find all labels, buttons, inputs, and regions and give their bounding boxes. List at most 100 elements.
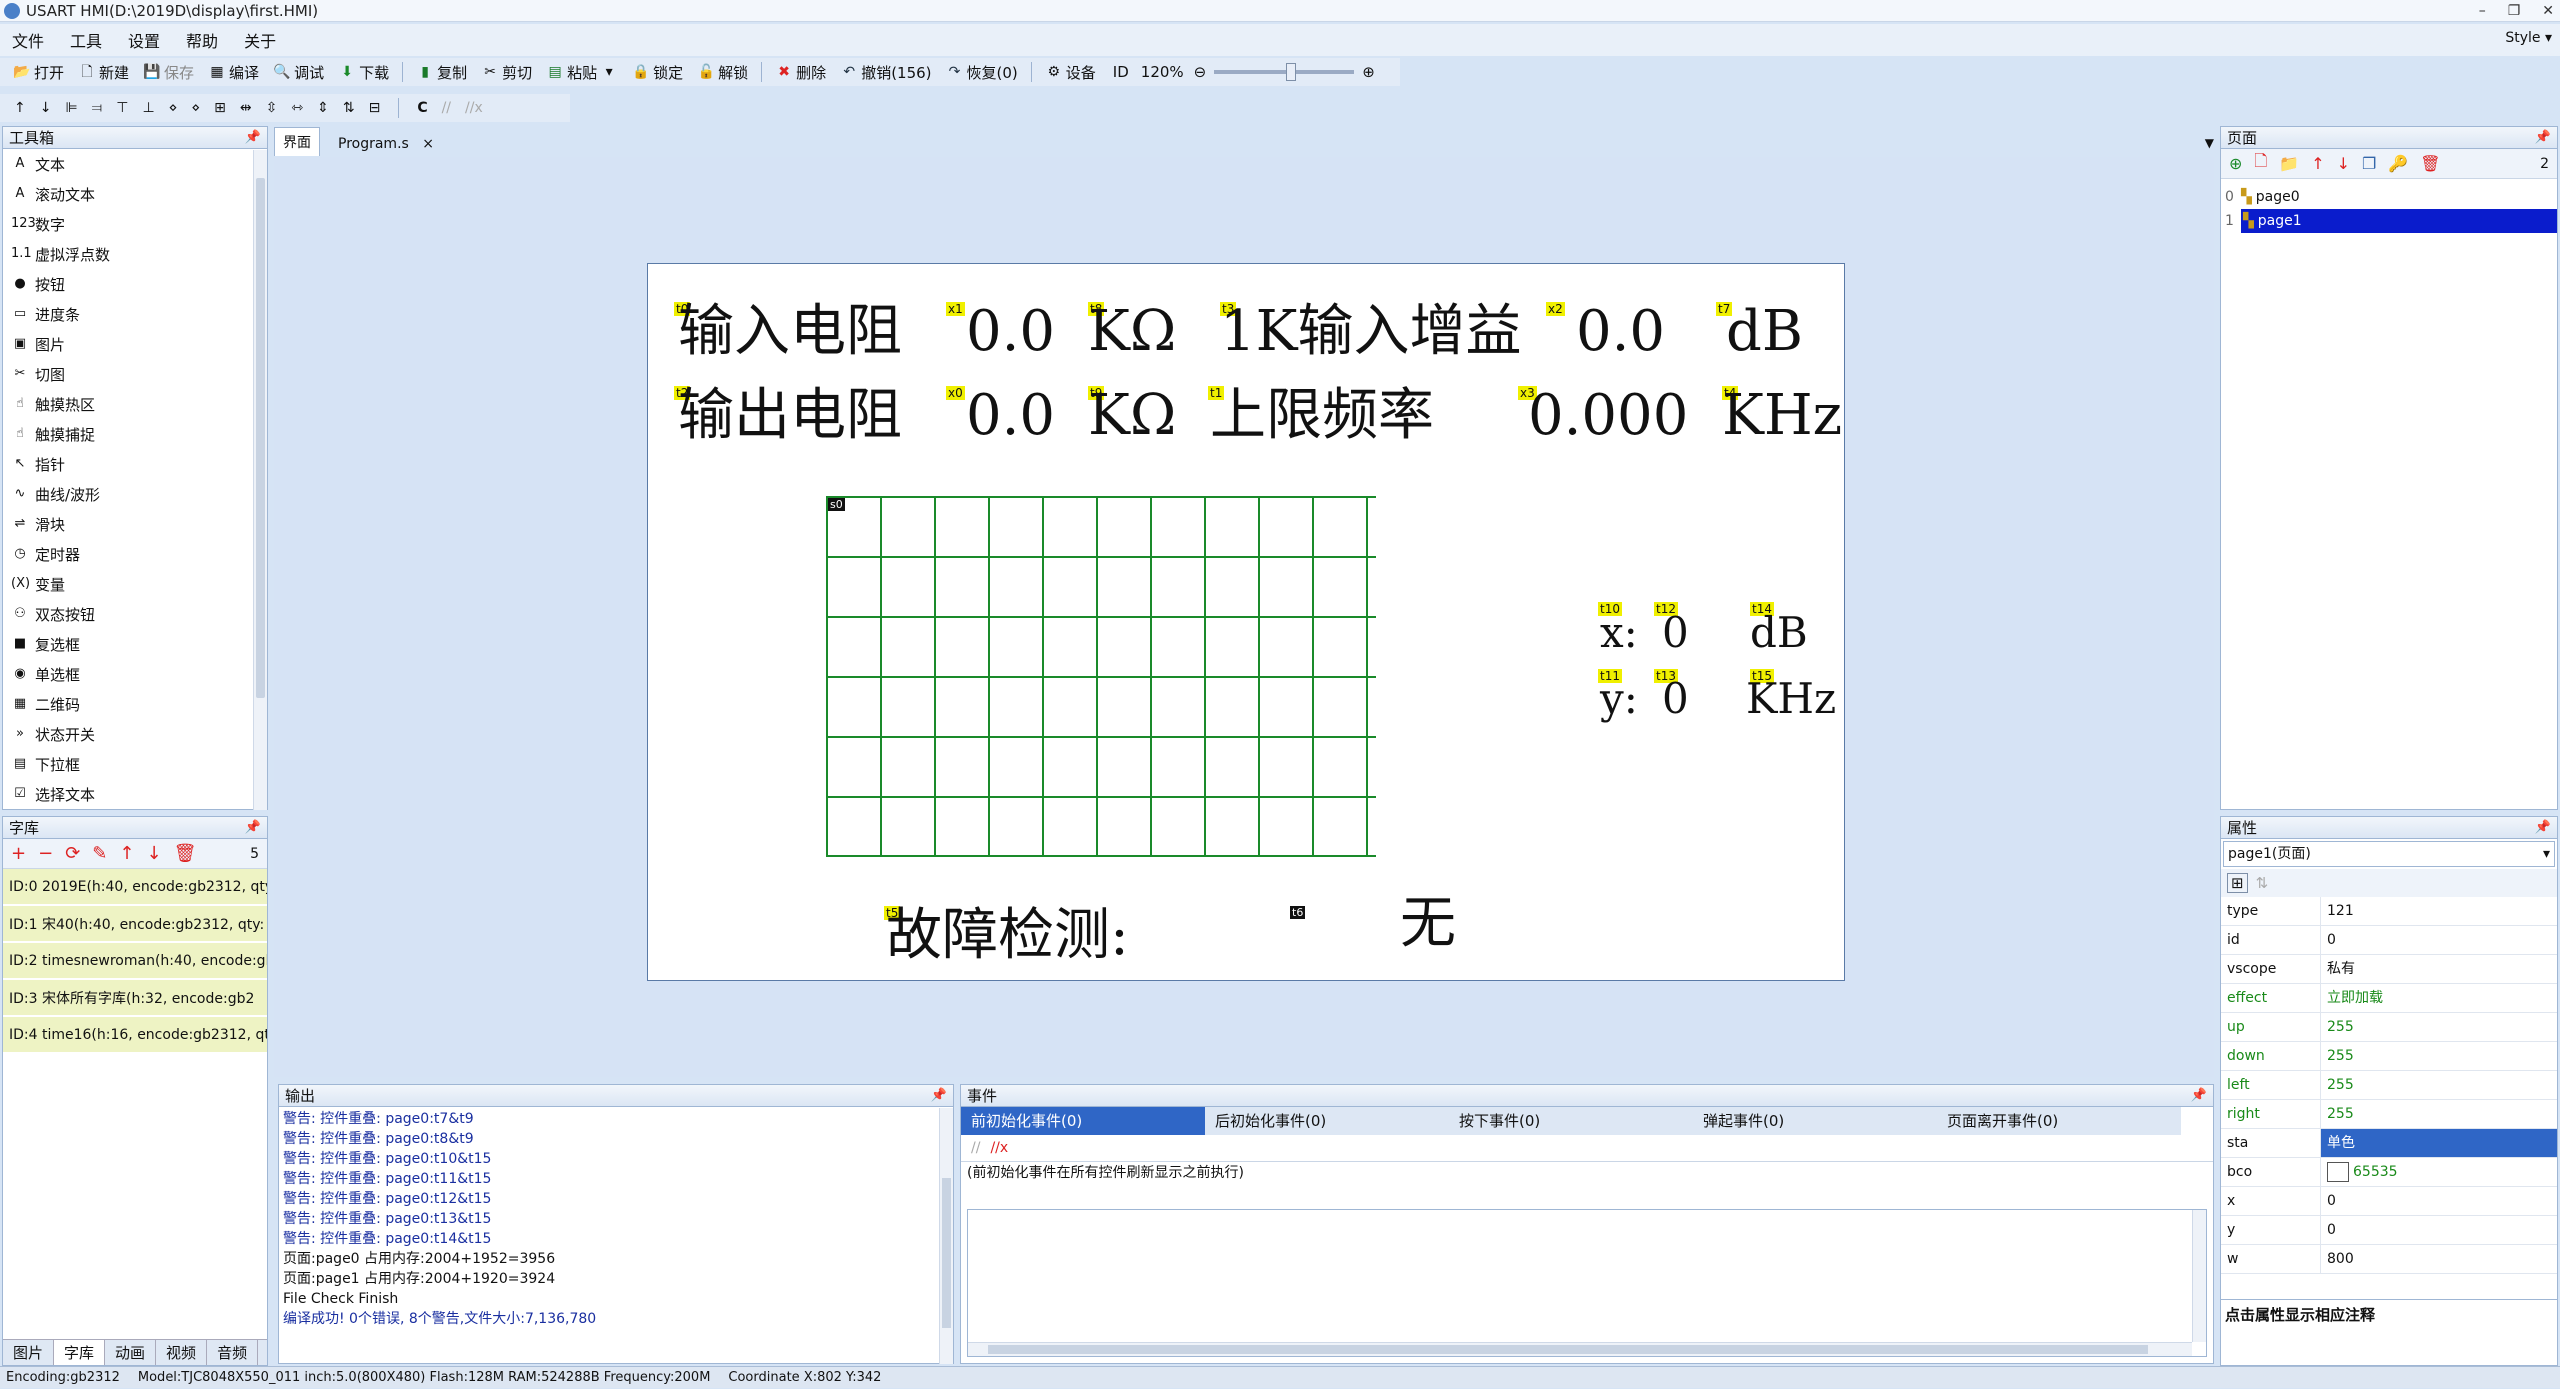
redo-button[interactable]: ↷ 恢复(0)	[941, 61, 1023, 84]
align-left-icon[interactable]: ⊫	[65, 100, 77, 116]
style-dropdown[interactable]: Style ▾	[2505, 30, 2552, 46]
object-selector[interactable]: page1(页面) ▾	[2223, 841, 2555, 867]
comment-icon[interactable]: //	[442, 100, 451, 116]
same-width-icon[interactable]: ⇹	[240, 100, 252, 116]
align-bottom-icon[interactable]: ⊥	[142, 100, 154, 116]
space-h-icon[interactable]: ⇿	[291, 100, 303, 116]
property-value[interactable]: 私有	[2321, 955, 2557, 983]
label-input-resistance[interactable]: 输入电阻	[678, 302, 902, 362]
comment-icon[interactable]: //	[971, 1140, 980, 1156]
label-x[interactable]: x:	[1600, 610, 1638, 656]
tab-press[interactable]: 按下事件(0)	[1449, 1107, 1693, 1135]
label-y[interactable]: y:	[1600, 676, 1638, 722]
toolbox-item[interactable]: ◉ 单选框	[3, 659, 267, 689]
toolbox-item[interactable]: ◷ 定时器	[3, 539, 267, 569]
value-upper-frequency[interactable]: 0.000	[1528, 386, 1688, 446]
same-height-icon[interactable]: ⇳	[266, 100, 278, 116]
property-value[interactable]: 121	[2321, 897, 2557, 925]
tag-t6[interactable]: t6	[1290, 906, 1306, 919]
value-input-resistance[interactable]: 0.0	[966, 302, 1055, 362]
minimize-button[interactable]: –	[2479, 0, 2486, 22]
waveform-grid[interactable]	[826, 496, 1378, 858]
property-row[interactable]: bco 65535	[2221, 1158, 2557, 1187]
tab-audio[interactable]: 音频	[207, 1340, 259, 1365]
property-row[interactable]: id 0	[2221, 926, 2557, 955]
property-row[interactable]: up 255	[2221, 1013, 2557, 1042]
align-top-icon[interactable]: ⊤	[116, 100, 128, 116]
font-row[interactable]: ID:3 宋体所有字库(h:32, encode:gb2	[3, 980, 267, 1017]
color-swatch[interactable]	[2327, 1162, 2349, 1182]
property-row[interactable]: effect 立即加载	[2221, 984, 2557, 1013]
download-button[interactable]: ⬇ 下载	[333, 61, 394, 84]
property-value[interactable]: 65535	[2321, 1158, 2557, 1186]
page-item[interactable]: 0 ▚ page0	[2221, 185, 2557, 209]
space-even-icon[interactable]: ⇅	[343, 100, 355, 116]
key-icon[interactable]: 🔑	[2388, 154, 2408, 173]
compile-button[interactable]: ▦ 编译	[203, 61, 264, 84]
lock-button[interactable]: 🔒 锁定	[627, 61, 688, 84]
toolbox-scrollbar[interactable]	[253, 150, 267, 810]
toolbox-item[interactable]: ■ 复选框	[3, 629, 267, 659]
label-output-resistance[interactable]: 输出电阻	[678, 386, 902, 446]
value-1k-gain[interactable]: 0.0	[1576, 302, 1665, 362]
zoom-slider-knob[interactable]	[1286, 63, 1297, 81]
scrollbar-thumb[interactable]	[942, 1178, 951, 1328]
tab-post-init[interactable]: 后初始化事件(0)	[1205, 1107, 1449, 1135]
pin-icon[interactable]: 📌	[245, 127, 261, 149]
font-row[interactable]: ID:1 宋40(h:40, encode:gb2312, qty:	[3, 906, 267, 943]
device-button[interactable]: ⚙ 设备	[1040, 61, 1101, 84]
toolbox-item[interactable]: » 状态开关	[3, 719, 267, 749]
value-fault[interactable]: 无	[1400, 894, 1456, 954]
send-down-icon[interactable]: ↓	[40, 100, 52, 116]
cut-button[interactable]: ✂ 剪切	[476, 61, 537, 84]
pin-icon[interactable]: 📌	[2191, 1085, 2207, 1107]
zoom-in-icon[interactable]: ⊕	[1362, 63, 1375, 81]
menu-tools[interactable]: 工具	[70, 28, 102, 52]
pin-icon[interactable]: 📌	[245, 817, 261, 839]
trash-icon[interactable]: 🗑	[2420, 154, 2440, 173]
menu-file[interactable]: 文件	[12, 28, 44, 52]
tag-s0[interactable]: s0	[828, 498, 845, 511]
space-v-icon[interactable]: ⇕	[317, 100, 329, 116]
property-row[interactable]: w 800	[2221, 1245, 2557, 1274]
page-canvas[interactable]: t0 输入电阻 x1 0.0 t8 KΩ t3 1K输入增益 x2 0.0 t7…	[647, 263, 1845, 981]
unit-frequency[interactable]: KHz	[1722, 386, 1842, 446]
tag-x2[interactable]: x2	[1546, 302, 1565, 316]
property-value[interactable]: 单色	[2321, 1129, 2557, 1157]
scrollbar-thumb[interactable]	[988, 1345, 2148, 1354]
property-row[interactable]: y0	[2221, 1216, 2557, 1245]
code-comment-icon[interactable]: C	[417, 100, 427, 116]
toolbox-item[interactable]: ● 按钮	[3, 269, 267, 299]
property-value[interactable]: 255	[2321, 1013, 2557, 1041]
toolbox-item[interactable]: ∿ 曲线/波形	[3, 479, 267, 509]
value-output-resistance[interactable]: 0.0	[966, 386, 1055, 446]
property-value[interactable]: 255	[2321, 1100, 2557, 1128]
toolbox-item[interactable]: ⚇ 双态按钮	[3, 599, 267, 629]
page-up-icon[interactable]: ↑	[2311, 154, 2324, 173]
tab-program[interactable]: Program.s ×	[330, 132, 442, 156]
copy-page-icon[interactable]: ❐	[2362, 154, 2376, 173]
down-icon[interactable]: ↓	[146, 843, 161, 864]
property-row[interactable]: left 255	[2221, 1071, 2557, 1100]
unit-gain[interactable]: dB	[1726, 302, 1803, 362]
save-button[interactable]: 💾 保存	[138, 61, 199, 84]
copy-button[interactable]: ▮ 复制	[411, 61, 472, 84]
unit-output-resistance[interactable]: KΩ	[1088, 386, 1176, 446]
toolbox-item[interactable]: ☝ 触摸捕捉	[3, 419, 267, 449]
unit-input-resistance[interactable]: KΩ	[1088, 302, 1176, 362]
font-row[interactable]: ID:4 time16(h:16, encode:gb2312, qt	[3, 1017, 267, 1054]
toolbox-item[interactable]: 1.1 虚拟浮点数	[3, 239, 267, 269]
value-y[interactable]: 0	[1662, 676, 1689, 722]
pin-icon[interactable]: 📌	[2535, 127, 2551, 149]
event-code-editor[interactable]	[967, 1209, 2207, 1357]
tab-pre-init[interactable]: 前初始化事件(0)	[961, 1107, 1205, 1135]
output-scrollbar[interactable]	[939, 1108, 953, 1364]
undo-button[interactable]: ↶ 撤销(156)	[835, 61, 936, 84]
property-row[interactable]: sta 单色	[2221, 1129, 2557, 1158]
tab-images[interactable]: 图片	[3, 1340, 55, 1365]
delete-button[interactable]: ✖ 删除	[770, 61, 831, 84]
menu-about[interactable]: 关于	[244, 28, 276, 52]
value-x[interactable]: 0	[1662, 610, 1689, 656]
toolbox-item[interactable]: ☝ 触摸热区	[3, 389, 267, 419]
editor-vscrollbar[interactable]	[2192, 1210, 2206, 1342]
